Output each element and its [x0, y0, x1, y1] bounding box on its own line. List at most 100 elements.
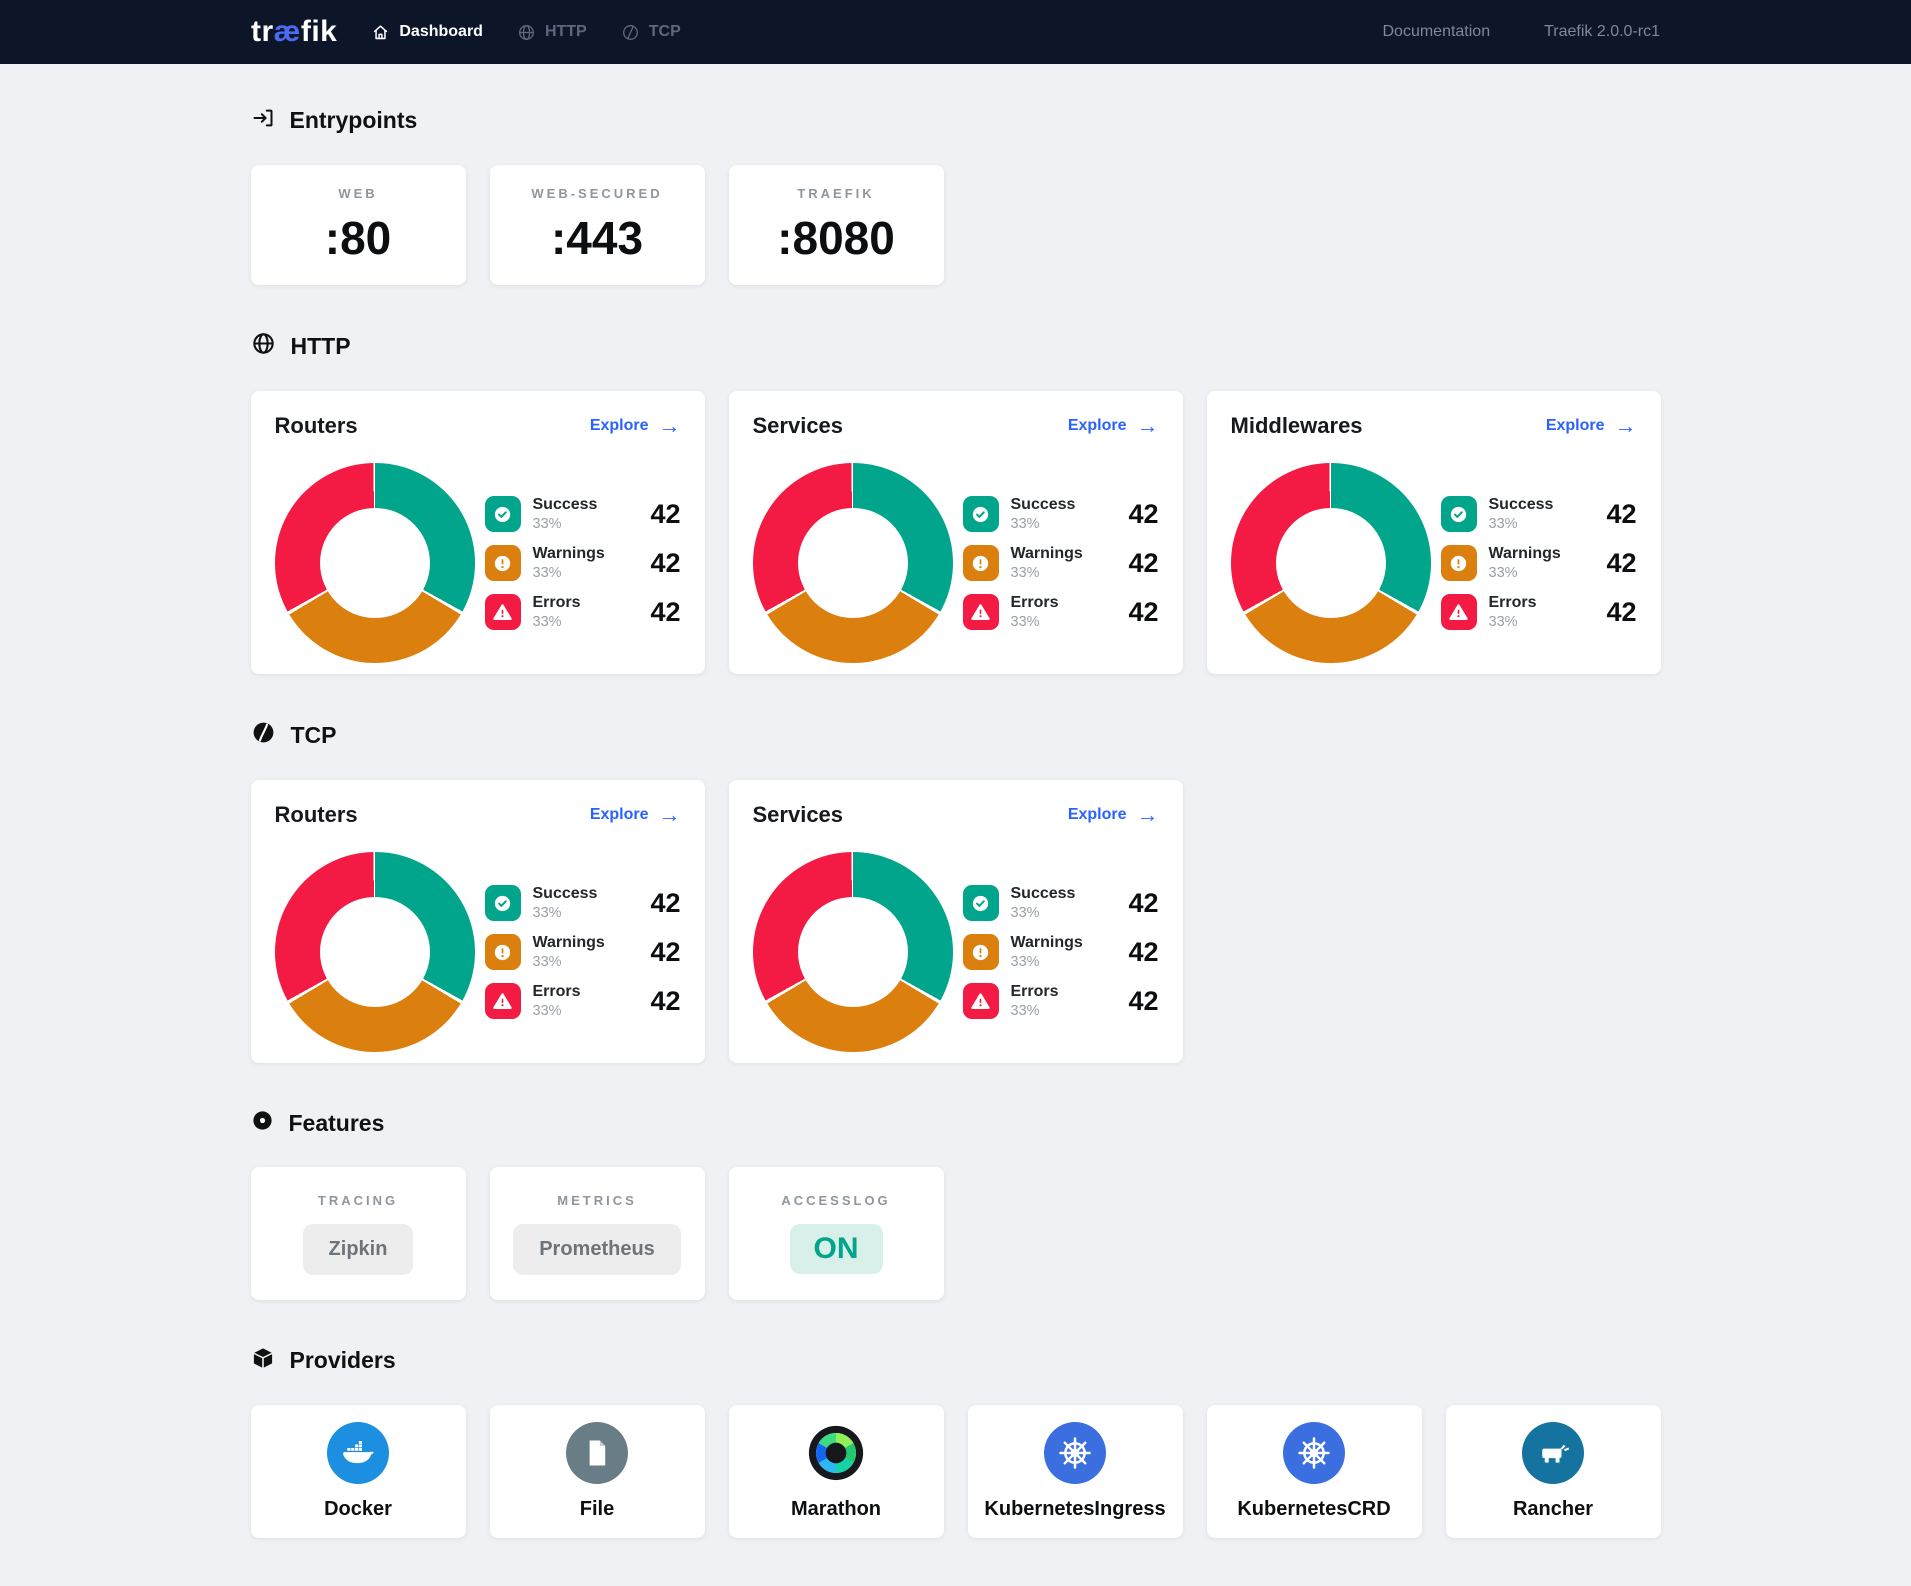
nav-item-dashboard[interactable]: Dashboard	[371, 23, 483, 42]
version-label: Traefik 2.0.0-rc1	[1544, 23, 1660, 41]
legend-row-success: Success33% 42	[963, 496, 1159, 532]
error-icon	[485, 983, 521, 1019]
entrypoint-card-web-secured: WEB-SECURED :443	[490, 165, 705, 285]
feature-label: ACCESSLOG	[781, 1193, 890, 1208]
nav-item-label: Dashboard	[399, 23, 483, 41]
legend-percent: 33%	[533, 516, 598, 532]
section-title: TCP	[291, 722, 337, 749]
feature-card-accesslog: ACCESSLOG ON	[729, 1167, 944, 1300]
legend-count: 42	[1128, 888, 1158, 919]
explore-label: Explore	[590, 806, 649, 824]
legend-percent: 33%	[533, 905, 598, 921]
error-icon	[963, 983, 999, 1019]
tcp-services-card: Services Explore→ Success 33% 42 Warnings…	[729, 780, 1183, 1063]
documentation-link[interactable]: Documentation	[1382, 23, 1490, 41]
error-icon	[485, 594, 521, 630]
legend-count: 42	[1128, 499, 1158, 530]
feature-value-badge: Prometheus	[513, 1224, 681, 1275]
kubernetes-icon	[1283, 1422, 1345, 1484]
legend-percent: 33%	[533, 954, 605, 970]
provider-label: Marathon	[791, 1498, 881, 1521]
legend-count: 42	[650, 986, 680, 1017]
logo-prefix: tr	[251, 15, 274, 48]
entrypoint-port: :80	[325, 211, 391, 265]
entrypoint-port: :8080	[777, 211, 895, 265]
explore-link[interactable]: Explore→	[590, 804, 681, 826]
provider-label: Docker	[324, 1498, 392, 1521]
explore-link[interactable]: Explore→	[590, 415, 681, 437]
entrypoint-label: WEB-SECURED	[531, 186, 662, 201]
error-icon	[1441, 594, 1477, 630]
legend-name: Errors	[1011, 983, 1059, 1001]
success-icon	[1441, 496, 1477, 532]
tcp-icon	[621, 23, 640, 42]
home-icon	[371, 23, 390, 42]
http-cards-row: Routers Explore→ Success33% 42 Warnings3…	[251, 391, 1661, 674]
kubernetes-icon	[1044, 1422, 1106, 1484]
section-title: Entrypoints	[290, 107, 418, 134]
success-icon	[963, 496, 999, 532]
provider-label: KubernetesCRD	[1237, 1498, 1390, 1521]
legend-count: 42	[1606, 499, 1636, 530]
feature-card-metrics: METRICS Prometheus	[490, 1167, 705, 1300]
legend-percent: 33%	[1011, 905, 1076, 921]
section-title: HTTP	[291, 333, 351, 360]
legend-percent: 33%	[533, 565, 605, 581]
legend-row-warnings: Warnings 33% 42	[485, 934, 681, 970]
warning-icon	[963, 934, 999, 970]
legend-percent: 33%	[1489, 614, 1537, 630]
http-routers-card: Routers Explore→ Success33% 42 Warnings3…	[251, 391, 705, 674]
provider-label: Rancher	[1513, 1498, 1593, 1521]
chart-legend: Success33% 42 Warnings33% 42 Errors33% 4…	[963, 885, 1159, 1019]
http-section-header: HTTP	[251, 331, 1661, 361]
legend-count: 42	[1128, 986, 1158, 1017]
success-icon	[485, 496, 521, 532]
legend-row-warnings: Warnings33% 42	[485, 545, 681, 581]
nav-item-http[interactable]: HTTP	[517, 23, 587, 42]
arrow-right-icon: →	[1615, 415, 1637, 437]
legend-percent: 33%	[1011, 565, 1083, 581]
legend-name: Success	[1011, 885, 1076, 903]
legend-row-success: Success33% 42	[485, 885, 681, 921]
legend-name: Success	[1489, 496, 1554, 514]
legend-count: 42	[1128, 597, 1158, 628]
globe-icon	[251, 331, 276, 361]
providers-row: Docker File Marathon KubernetesIngress K	[251, 1405, 1661, 1538]
docker-icon	[327, 1422, 389, 1484]
legend-count: 42	[650, 499, 680, 530]
entrypoints-section-header: Entrypoints	[251, 106, 1661, 135]
legend-name: Errors	[533, 983, 581, 1001]
provider-label: File	[580, 1498, 614, 1521]
legend-count: 42	[650, 937, 680, 968]
legend-name: Success	[533, 885, 598, 903]
donut-chart	[275, 852, 475, 1052]
warning-icon	[1441, 545, 1477, 581]
tcp-icon	[251, 720, 276, 750]
traefik-logo[interactable]: træfik	[251, 15, 337, 49]
legend-name: Warnings	[533, 934, 605, 952]
legend-name: Warnings	[1489, 545, 1561, 563]
explore-link[interactable]: Explore→	[1546, 415, 1637, 437]
legend-row-warnings: Warnings33% 42	[1441, 545, 1637, 581]
legend-name: Warnings	[1011, 934, 1083, 952]
tcp-cards-row: Routers Explore→ Success33% 42 Warnings3…	[251, 780, 1661, 1063]
globe-icon	[517, 23, 536, 42]
legend-name: Errors	[1489, 594, 1537, 612]
nav-item-tcp[interactable]: TCP	[621, 23, 681, 42]
legend-count: 42	[650, 548, 680, 579]
provider-card-kubernetes-crd: KubernetesCRD	[1207, 1405, 1422, 1538]
provider-card-kubernetes-ingress: KubernetesIngress	[968, 1405, 1183, 1538]
legend-count: 42	[1128, 548, 1158, 579]
nav-item-label: HTTP	[545, 23, 587, 41]
entrypoint-card-traefik: TRAEFIK :8080	[729, 165, 944, 285]
chart-legend: Success33% 42 Warnings33% 42 Errors33% 4…	[485, 496, 681, 630]
explore-link[interactable]: Explore→	[1068, 804, 1159, 826]
legend-percent: 33%	[1011, 954, 1083, 970]
card-title: Services	[753, 802, 844, 828]
entrypoint-label: WEB	[338, 186, 377, 201]
explore-link[interactable]: Explore→	[1068, 415, 1159, 437]
legend-row-success: Success33% 42	[485, 496, 681, 532]
entrypoint-label: TRAEFIK	[797, 186, 874, 201]
donut-chart	[753, 852, 953, 1052]
logo-ae: æ	[274, 15, 301, 48]
